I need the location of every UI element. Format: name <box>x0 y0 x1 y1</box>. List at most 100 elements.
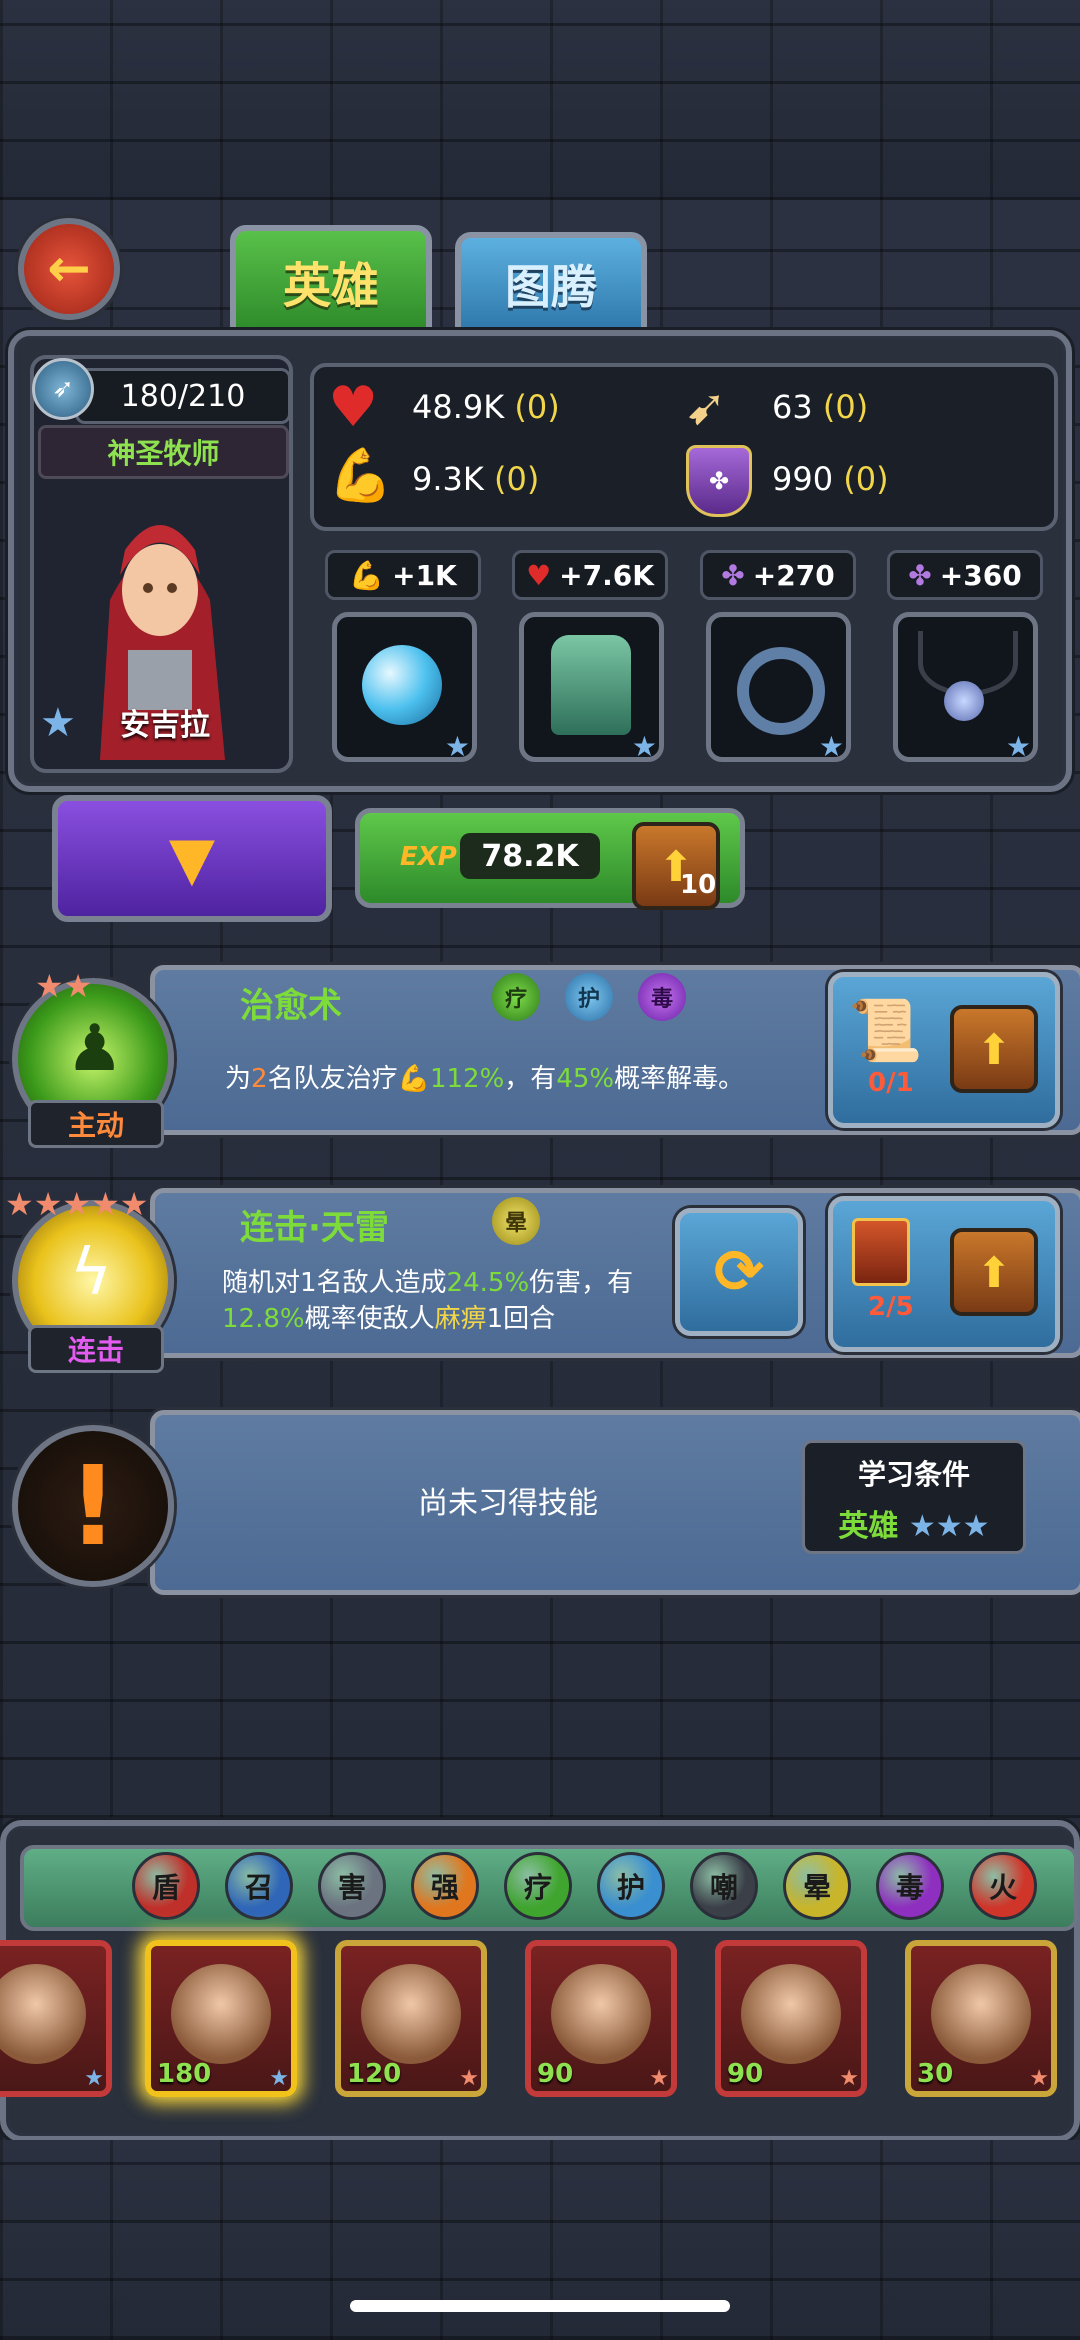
star-icon: ★ <box>444 730 470 763</box>
equip-bonus-1-value: +1K <box>392 558 457 592</box>
equip-bonus-4-value: +360 <box>939 558 1022 592</box>
skill-active-upgrade-button[interactable]: ⬆ <box>950 1005 1038 1093</box>
gem-icon <box>944 681 984 721</box>
book-icon <box>852 1218 910 1286</box>
star-icon: ★ <box>631 730 657 763</box>
filter-2-icon[interactable]: 害 <box>318 1852 386 1920</box>
back-button[interactable]: ← <box>18 218 120 320</box>
desc-text: 概率解毒。 <box>614 1064 745 1094</box>
roster-hero-card[interactable]: 120 ★ <box>335 1940 487 2097</box>
bow-icon: ➶ <box>52 374 74 404</box>
tab-hero[interactable]: 英雄 <box>230 225 432 337</box>
desc-text: 名队友治疗 <box>267 1064 398 1094</box>
hero-face-avatar <box>551 1964 651 2064</box>
desc-text: 随机对1名敌人造成 <box>222 1268 447 1298</box>
exclamation-icon: ! <box>67 1442 119 1570</box>
star-icon: ★★ <box>35 967 93 1005</box>
muscle-icon: 💪 <box>349 558 385 592</box>
star-icon: ★ <box>649 2066 669 2091</box>
desc-effect: 麻痹 <box>434 1304 487 1334</box>
stat-hp: 48.9K (0) <box>412 388 560 426</box>
roster-hero-card[interactable]: 90 ★ <box>715 1940 867 2097</box>
tab-totem-label: 图腾 <box>505 260 597 314</box>
armor-icon <box>551 635 631 735</box>
equip-slot-orb[interactable]: ★ <box>332 612 477 763</box>
refresh-icon: ⟳ <box>713 1237 765 1307</box>
skill-combo-swap-button[interactable]: ⟳ <box>675 1208 803 1336</box>
roster-hero-card[interactable]: ★ <box>0 1940 112 2097</box>
filter-9-icon[interactable]: 火 <box>969 1852 1037 1920</box>
stat-speed-bonus: (0) <box>822 388 869 426</box>
filter-7-icon[interactable]: 晕 <box>783 1852 851 1920</box>
equip-bonus-2-value: +7.6K <box>559 558 654 592</box>
roster-hero-card[interactable]: 180 ★ <box>145 1940 297 2097</box>
filter-3-icon[interactable]: 强 <box>411 1852 479 1920</box>
stat-attack-value: 9.3K <box>412 460 484 498</box>
star-icon: ★ <box>1029 2066 1049 2091</box>
filter-1-icon[interactable]: 召 <box>225 1852 293 1920</box>
scroll-icon: 📜 <box>848 996 923 1066</box>
stat-hp-bonus: (0) <box>514 388 560 426</box>
tag-protect-icon: 护 <box>565 973 613 1021</box>
roster-hero-card[interactable]: 30 ★ <box>905 1940 1057 2097</box>
desc-percent: 12.8% <box>222 1304 305 1334</box>
lightning-icon: ϟ <box>70 1236 113 1310</box>
equip-slot-necklace[interactable]: ★ <box>893 612 1038 763</box>
exp-value-box: 78.2K <box>460 833 600 879</box>
hero-type-icon: ➶ <box>32 358 94 420</box>
learn-condition-box: 学习条件 英雄 ★★★ <box>802 1440 1026 1554</box>
skill-combo-type: 连击 <box>67 1334 124 1367</box>
skill-combo-type-box: 连击 <box>28 1325 164 1373</box>
expand-button[interactable]: ▼ <box>52 795 332 922</box>
tag-poison-icon: 毒 <box>638 973 686 1021</box>
roster-hero-level: 90 <box>537 2059 574 2089</box>
star-icon: ★ <box>459 2066 479 2091</box>
hero-face-avatar <box>171 1964 271 2064</box>
skill-combo-desc: 随机对1名敌人造成24.5%伤害，有 12.8%概率使敌人麻痹1回合 <box>222 1265 633 1337</box>
arrow-left-icon: ← <box>47 239 91 299</box>
equip-bonus-4: ✤ +360 <box>887 550 1043 600</box>
stat-defense-value: 990 <box>772 460 834 498</box>
tag-heal-icon: 疗 <box>492 973 540 1021</box>
star-icon: ★★★ <box>908 1509 990 1544</box>
heart-icon: ♥ <box>526 558 552 592</box>
tab-hero-label: 英雄 <box>282 258 379 314</box>
star-icon: ★ <box>839 2066 859 2091</box>
skill-combo-upgrade-button[interactable]: ⬆ <box>950 1228 1038 1316</box>
home-indicator[interactable] <box>350 2300 730 2312</box>
equip-bonus-3: ✤ +270 <box>700 550 856 600</box>
filter-4-icon[interactable]: 疗 <box>504 1852 572 1920</box>
roster-hero-level: 90 <box>727 2059 764 2089</box>
equip-slot-ring[interactable]: ★ <box>706 612 851 763</box>
stat-speed: 63 (0) <box>772 388 868 426</box>
filter-8-icon[interactable]: 毒 <box>876 1852 944 1920</box>
scroll-count: 0/1 <box>868 1068 914 1098</box>
wing-icon: ➹ <box>685 378 727 436</box>
desc-count: 2 <box>251 1064 268 1094</box>
roster-hero-card[interactable]: 90 ★ <box>525 1940 677 2097</box>
hero-face-avatar <box>931 1964 1031 2064</box>
roster-hero-level: 120 <box>347 2059 402 2089</box>
top-wall <box>0 0 1080 200</box>
equip-slot-armor[interactable]: ★ <box>519 612 664 763</box>
filter-0-icon[interactable]: 盾 <box>132 1852 200 1920</box>
filter-5-icon[interactable]: 护 <box>597 1852 665 1920</box>
hero-name: 安吉拉 <box>120 708 210 743</box>
arrow-up-icon: ⬆ <box>976 1024 1012 1074</box>
desc-text: ，有 <box>504 1064 557 1094</box>
hero-face-avatar <box>361 1964 461 2064</box>
skill-active-title: 治愈术 <box>240 986 342 1026</box>
tab-totem[interactable]: 图腾 <box>455 232 647 336</box>
star-icon: ★ <box>269 2066 289 2091</box>
hero-level: 180/210 <box>120 378 246 414</box>
desc-text: 概率使敌人 <box>304 1304 435 1334</box>
stat-defense-bonus: (0) <box>843 460 889 498</box>
skill-active-type: 主动 <box>67 1109 124 1142</box>
skill-locked-icon: ! <box>12 1425 174 1587</box>
orb-icon <box>362 645 442 725</box>
desc-percent: 24.5% <box>446 1268 530 1298</box>
hero-class-box: 神圣牧师 <box>38 425 289 479</box>
filter-6-icon[interactable]: 嘲 <box>690 1852 758 1920</box>
heart-icon: ♥ <box>328 375 379 440</box>
stat-defense: 990 (0) <box>772 460 889 498</box>
